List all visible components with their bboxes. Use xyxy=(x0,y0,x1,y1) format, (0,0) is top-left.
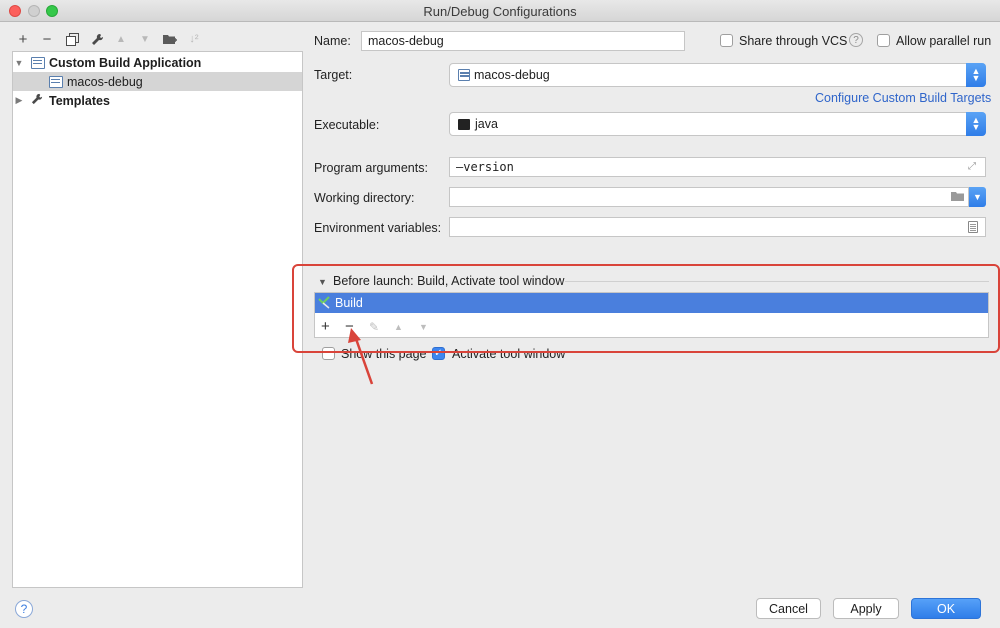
env-vars-label: Environment variables: xyxy=(314,221,442,235)
cancel-button[interactable]: Cancel xyxy=(756,598,821,619)
ok-button[interactable]: OK xyxy=(911,598,981,619)
target-value: macos-debug xyxy=(474,68,550,82)
expand-icon[interactable]: ⤢ xyxy=(968,161,976,172)
program-args-field[interactable]: –version xyxy=(449,157,986,177)
add-icon[interactable]: + xyxy=(14,30,32,48)
move-down-icon[interactable]: ▼ xyxy=(136,30,154,48)
chevron-down-icon[interactable]: ▼ xyxy=(969,187,986,207)
name-label: Name: xyxy=(314,34,351,48)
apply-button[interactable]: Apply xyxy=(833,598,899,619)
terminal-icon xyxy=(458,118,470,130)
copy-icon[interactable] xyxy=(63,30,81,48)
working-dir-label: Working directory: xyxy=(314,191,415,205)
wrench-icon xyxy=(31,93,45,108)
sort-icon[interactable]: ↓² xyxy=(185,30,203,48)
application-icon xyxy=(31,56,45,69)
chevron-updown-icon[interactable]: ▲ ▼ xyxy=(966,112,986,136)
name-field[interactable]: macos-debug xyxy=(361,31,685,51)
env-vars-field[interactable] xyxy=(449,217,986,237)
tree-item-label: macos-debug xyxy=(67,74,143,89)
tree-item-label: Templates xyxy=(49,93,110,108)
annotation-highlight-box xyxy=(292,264,1000,353)
target-label: Target: xyxy=(314,68,353,82)
collapse-arrow-icon[interactable]: ▶ xyxy=(13,95,25,106)
tree-item-label: Custom Build Application xyxy=(49,55,202,70)
configuration-icon xyxy=(49,75,63,88)
allow-parallel-checkbox[interactable] xyxy=(877,34,890,47)
executable-combo[interactable]: java ▲ ▼ xyxy=(449,112,986,136)
target-combo[interactable]: macos-debug ▲ ▼ xyxy=(449,63,986,87)
working-dir-field[interactable] xyxy=(449,187,969,207)
document-icon[interactable] xyxy=(968,221,978,233)
folder-icon[interactable] xyxy=(951,191,964,205)
wrench-icon[interactable] xyxy=(88,30,106,48)
tree-item-templates[interactable]: ▶ Templates xyxy=(13,91,302,110)
folder-add-icon[interactable] xyxy=(161,30,179,48)
executable-label: Executable: xyxy=(314,118,380,132)
move-up-icon[interactable]: ▲ xyxy=(112,30,130,48)
help-icon[interactable]: ? xyxy=(849,33,863,47)
program-args-value: –version xyxy=(456,160,514,174)
remove-icon[interactable]: − xyxy=(38,30,56,48)
window-title: Run/Debug Configurations xyxy=(423,4,577,19)
expand-arrow-icon[interactable]: ▼ xyxy=(13,58,25,68)
configuration-icon xyxy=(458,69,470,81)
share-vcs-label: Share through VCS xyxy=(739,34,848,48)
executable-value: java xyxy=(475,117,498,131)
configure-build-targets-link[interactable]: Configure Custom Build Targets xyxy=(815,91,991,105)
allow-parallel-label: Allow parallel run xyxy=(896,34,992,48)
program-args-label: Program arguments: xyxy=(314,161,428,175)
share-vcs-checkbox[interactable] xyxy=(720,34,733,47)
tree-item-macos-debug[interactable]: macos-debug xyxy=(13,72,302,91)
configuration-tree[interactable]: ▼ Custom Build Application macos-debug ▶… xyxy=(12,51,303,588)
chevron-updown-icon[interactable]: ▲ ▼ xyxy=(966,63,986,87)
tree-item-custom-build-application[interactable]: ▼ Custom Build Application xyxy=(13,53,302,72)
annotation-arrow xyxy=(348,328,374,385)
help-icon[interactable]: ? xyxy=(15,600,33,618)
